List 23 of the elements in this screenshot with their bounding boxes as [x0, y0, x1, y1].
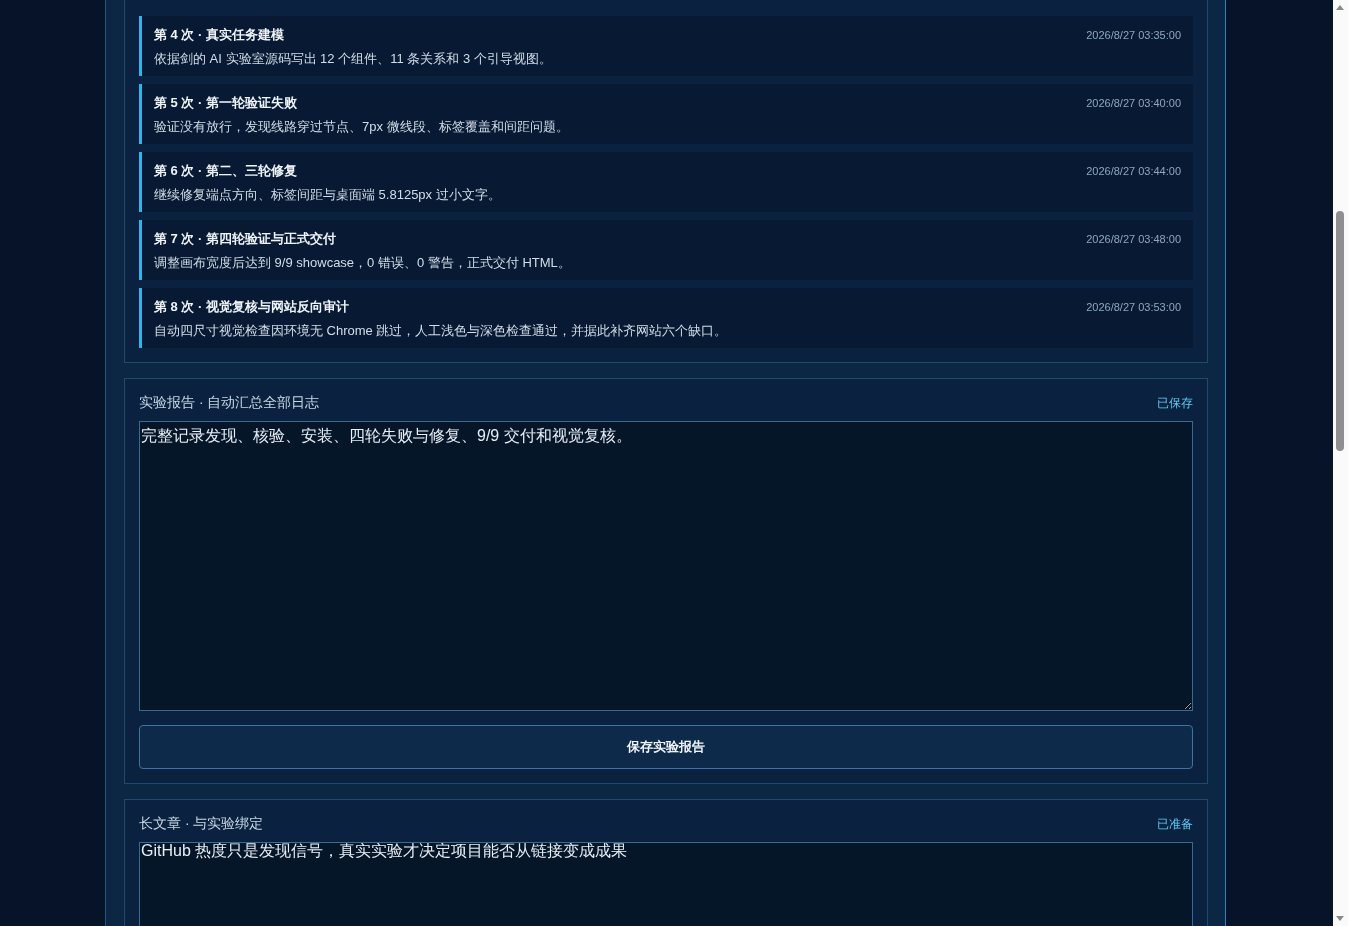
log-time: 2026/8/27 03:53:00: [1086, 300, 1181, 315]
log-time: 2026/8/27 03:48:00: [1086, 232, 1181, 247]
log-time: 2026/8/27 03:44:00: [1086, 164, 1181, 179]
log-text: 继续修复端点方向、标签间距与桌面端 5.8125px 过小文字。: [154, 187, 502, 203]
log-title: 第 8 次 · 视觉复核与网站反向审计: [154, 299, 349, 315]
article-status: 已准备: [1157, 815, 1193, 833]
log-text: 依据剑的 AI 实验室源码写出 12 个组件、11 条关系和 3 个引导视图。: [154, 51, 553, 67]
save-report-button[interactable]: 保存实验报告: [139, 725, 1193, 769]
log-text: 自动四尺寸视觉检查因环境无 Chrome 跳过，人工浅色与深色检查通过，并据此补齐网站六个缺口。: [154, 323, 729, 339]
scrollbar[interactable]: [1333, 0, 1348, 926]
log-title: 第 5 次 · 第一轮验证失败: [154, 95, 297, 111]
log-time: 2026/8/27 03:40:00: [1086, 96, 1181, 111]
save-status: 已保存: [1157, 394, 1193, 412]
log-text: 调整画布宽度后达到 9/9 showcase，0 错误、0 警告，正式交付 HTML。: [154, 255, 572, 271]
log-title: 第 6 次 · 第二、三轮修复: [154, 163, 297, 179]
article-field[interactable]: GitHub 热度只是发现信号，真实实验才决定项目能否从链接变成成果: [139, 842, 1193, 926]
report-title: 实验报告 · 自动汇总全部日志: [139, 394, 320, 412]
report-field[interactable]: 完整记录发现、核验、安装、四轮失败与修复、9/9 交付和视觉复核。: [139, 421, 1193, 711]
log-text: 验证没有放行，发现线路穿过节点、7px 微线段、标签覆盖和间距问题。: [154, 119, 570, 135]
log-title: 第 4 次 · 真实任务建模: [154, 27, 284, 43]
log-time: 2026/8/27 03:35:00: [1086, 28, 1181, 43]
article-title: 长文章 · 与实验绑定: [139, 815, 264, 833]
log-title: 第 7 次 · 第四轮验证与正式交付: [154, 231, 336, 247]
